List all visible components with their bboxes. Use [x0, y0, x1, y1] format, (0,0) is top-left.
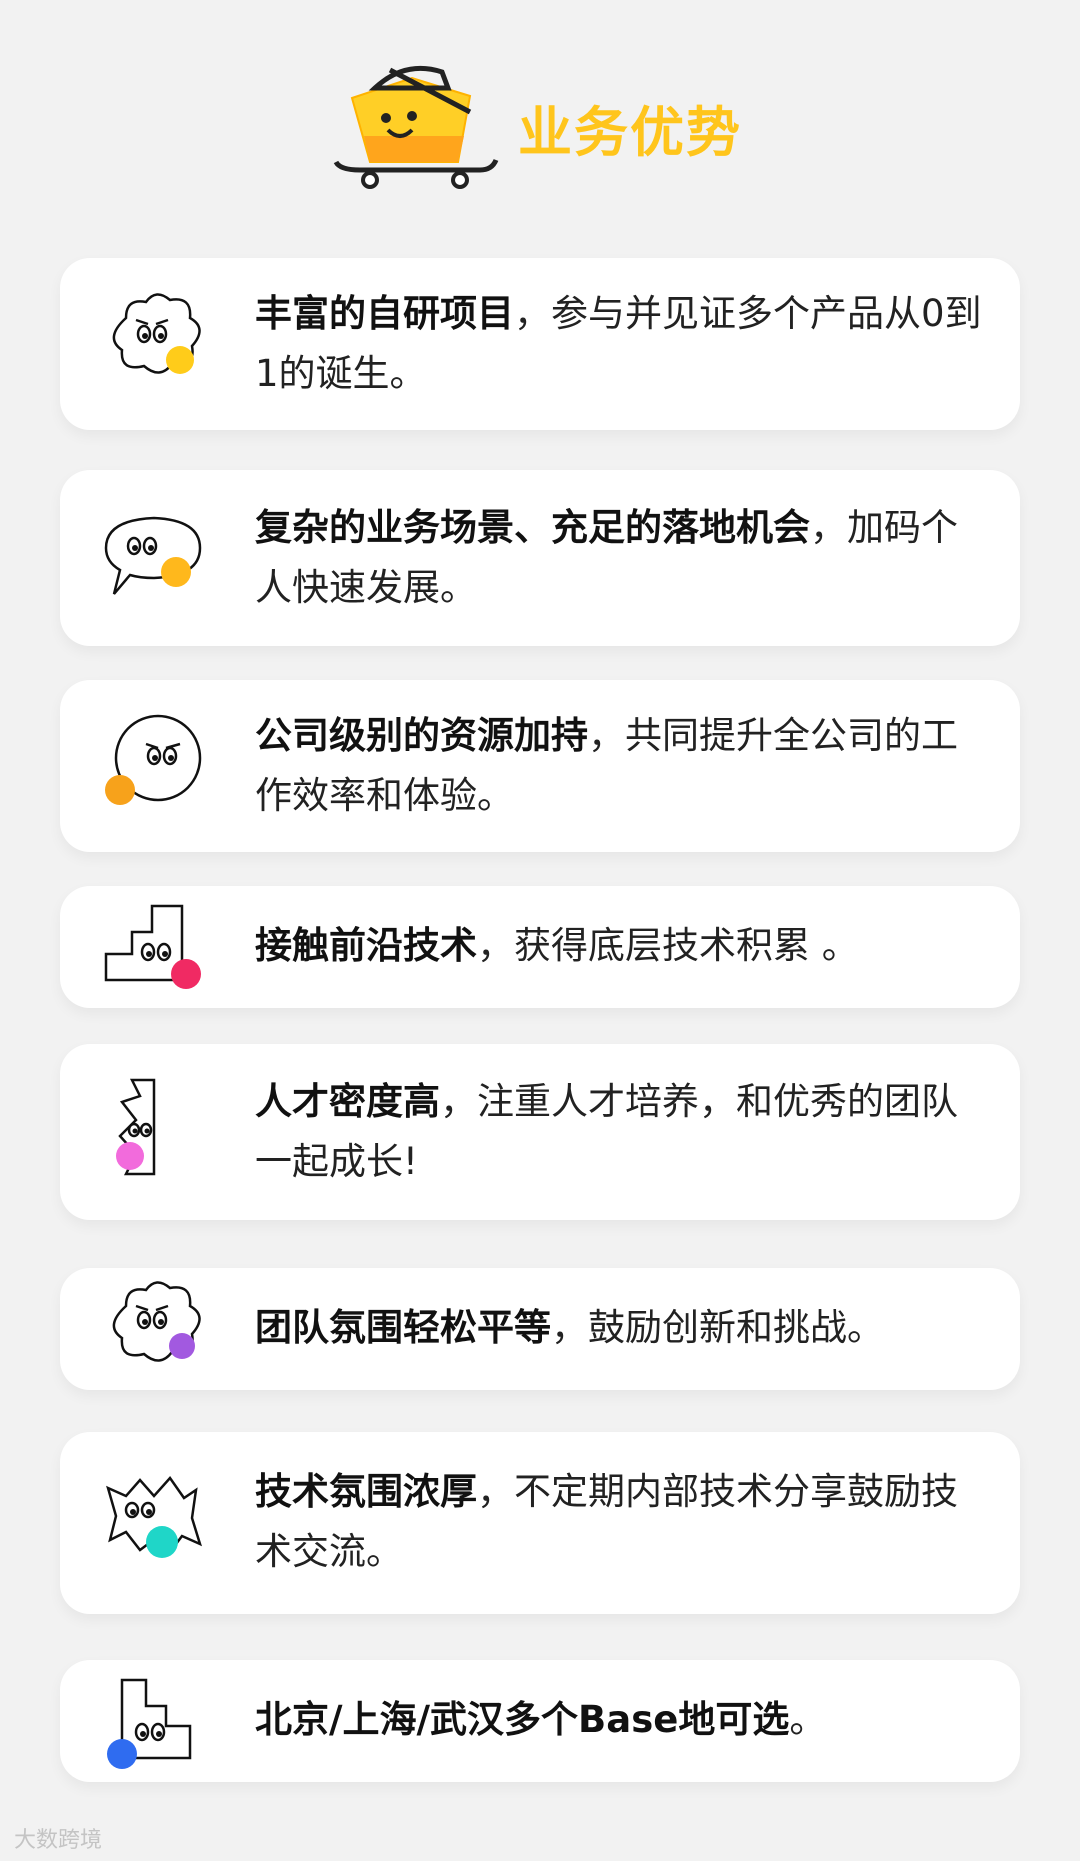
advantage-description: ，获得底层技术积累 。 [477, 924, 859, 967]
advantage-text: 团队氛围轻松平等，鼓励创新和挑战。 [255, 1298, 982, 1358]
advantage-text: 人才密度高，注重人才培养，和优秀的团队一起成长! [255, 1072, 982, 1192]
advantage-highlight: 复杂的业务场景、充足的落地机会 [255, 506, 810, 549]
advantage-card: 技术氛围浓厚，不定期内部技术分享鼓励技术交流。 [60, 1432, 1020, 1614]
advantage-card: 接触前沿技术，获得底层技术积累 。 [60, 886, 1020, 1008]
stairs-face-icon [104, 904, 201, 989]
advantage-highlight: 公司级别的资源加持 [255, 714, 588, 757]
blocks-face-icon [107, 1678, 192, 1769]
cloud-face-icon [112, 293, 201, 374]
accent-dot [107, 1739, 137, 1769]
circle-face-icon [105, 714, 202, 805]
zigzag-face-icon [116, 1078, 156, 1176]
cloud-face-icon [112, 1281, 201, 1362]
accent-dot [166, 346, 194, 374]
advantage-card: 人才密度高，注重人才培养，和优秀的团队一起成长! [60, 1044, 1020, 1220]
accent-dot [169, 1333, 195, 1359]
advantage-card: 团队氛围轻松平等，鼓励创新和挑战。 [60, 1268, 1020, 1390]
accent-dot [116, 1142, 144, 1170]
accent-dot [105, 775, 135, 805]
advantage-text: 北京/上海/武汉多个Base地可选。 [255, 1690, 982, 1750]
speech-bubble-face-icon [104, 516, 202, 595]
accent-dot [161, 557, 191, 587]
advantage-description: ，鼓励创新和挑战。 [551, 1306, 884, 1349]
advantage-highlight: 团队氛围轻松平等 [255, 1306, 551, 1349]
page-title: 业务优势 [518, 101, 742, 164]
advantage-text: 公司级别的资源加持，共同提升全公司的工作效率和体验。 [255, 706, 982, 826]
advantage-card: 公司级别的资源加持，共同提升全公司的工作效率和体验。 [60, 680, 1020, 852]
advantage-text: 技术氛围浓厚，不定期内部技术分享鼓励技术交流。 [255, 1462, 982, 1582]
spiky-face-icon [106, 1475, 203, 1558]
advantage-highlight: 北京/上海/武汉多个Base地可选 [255, 1698, 790, 1741]
advantage-text: 接触前沿技术，获得底层技术积累 。 [255, 916, 982, 976]
page-header: 业务优势 [0, 40, 1080, 190]
mascot-skateboard-icon [333, 65, 499, 189]
advantage-card: 北京/上海/武汉多个Base地可选。 [60, 1660, 1020, 1782]
advantage-description: 。 [789, 1698, 827, 1741]
advantage-highlight: 丰富的自研项目 [255, 292, 514, 335]
advantage-highlight: 接触前沿技术 [255, 924, 477, 967]
advantage-highlight: 人才密度高 [255, 1080, 440, 1123]
accent-dot [146, 1526, 178, 1558]
advantage-text: 丰富的自研项目，参与并见证多个产品从0到1的诞生。 [255, 284, 982, 404]
advantage-highlight: 技术氛围浓厚 [255, 1470, 477, 1513]
advantage-card: 复杂的业务场景、充足的落地机会，加码个人快速发展。 [60, 470, 1020, 646]
advantage-card: 丰富的自研项目，参与并见证多个产品从0到1的诞生。 [60, 258, 1020, 430]
advantage-text: 复杂的业务场景、充足的落地机会，加码个人快速发展。 [255, 498, 982, 618]
accent-dot [171, 959, 201, 989]
watermark: 大数跨境 [14, 1828, 103, 1853]
